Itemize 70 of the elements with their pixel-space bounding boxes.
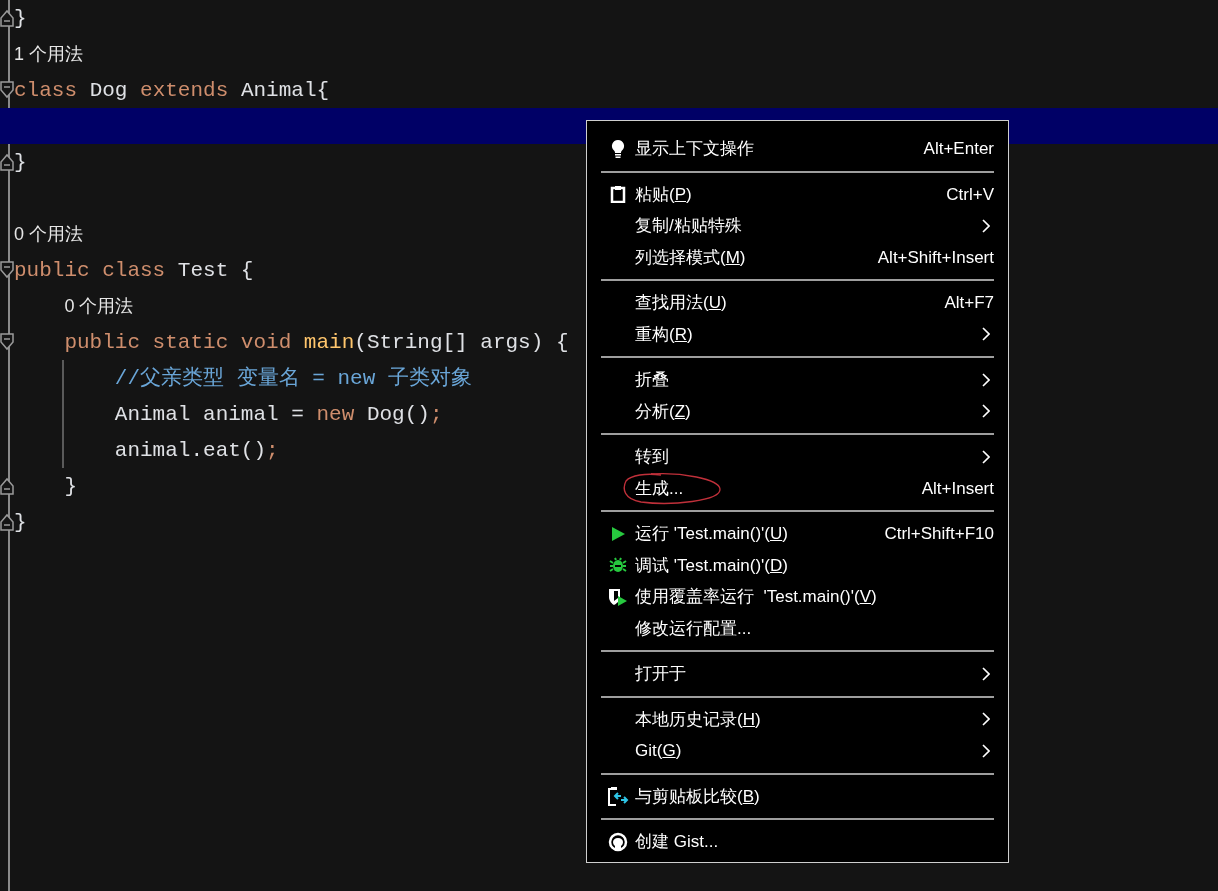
shortcut-label: Alt+Shift+Insert	[877, 246, 994, 269]
menu-item[interactable]: 生成... Alt+Insert	[601, 472, 994, 504]
code-line: }	[14, 151, 27, 173]
menu-item-label: 复制/粘贴特殊	[635, 215, 742, 237]
code-line: }	[63, 475, 77, 497]
code-line: public static void main(String[] args) {	[63, 331, 569, 353]
shortcut-label: Ctrl+Shift+F10	[884, 523, 994, 545]
menu-item-label: 转到	[635, 446, 669, 468]
menu-item[interactable]: 复制/粘贴特殊	[601, 210, 994, 242]
menu-item[interactable]: 本地历史记录(H)	[601, 703, 994, 735]
code-line: //父亲类型 变量名 = new 子类对象	[113, 367, 472, 389]
menu-item[interactable]: 修改运行配置...	[601, 612, 994, 644]
menu-item[interactable]: 查找用法(U) Alt+F7	[601, 287, 994, 319]
menu-item[interactable]: 运行 'Test.main()'(U) Ctrl+Shift+F10	[601, 518, 994, 550]
menu-item[interactable]: 列选择模式(M) Alt+Shift+Insert	[601, 241, 994, 273]
menu-item-label: 查找用法(U)	[635, 292, 727, 314]
menu-item-label: 分析(Z)	[635, 400, 691, 423]
play-icon	[610, 525, 626, 542]
menu-item-label: 使用覆盖率运行 'Test.main()'(V)	[635, 586, 877, 608]
menu-item-label: 修改运行配置...	[635, 617, 752, 640]
menu-item[interactable]: Git(G)	[601, 735, 994, 767]
menu-item[interactable]: 与剪贴板比较(B)	[601, 780, 994, 812]
code-line: public class Test {	[14, 259, 254, 281]
menu-item-label: 粘贴(P)	[635, 183, 692, 206]
menu-item[interactable]: 显示上下文操作 Alt+Enter	[601, 133, 994, 165]
menu-item-label: 生成...	[635, 477, 684, 500]
code-line: animal.eat();	[113, 439, 279, 461]
fold-icon[interactable]	[0, 333, 14, 351]
code-line: class Dog extends Animal{	[14, 79, 330, 101]
fold-icon[interactable]	[0, 477, 14, 495]
menu-item[interactable]: 使用覆盖率运行 'Test.main()'(V)	[601, 581, 994, 613]
menu-item-label: 调试 'Test.main()'(D)	[635, 554, 788, 577]
shortcut-label: Alt+F7	[944, 292, 994, 314]
menu-item[interactable]: 调试 'Test.main()'(D)	[601, 549, 994, 581]
menu-item-label: 与剪贴板比较(B)	[635, 785, 760, 808]
bug-icon	[609, 556, 627, 575]
fold-icon[interactable]	[0, 261, 14, 279]
lightbulb-icon	[610, 138, 626, 159]
menu-item-label: 打开于	[635, 663, 686, 685]
menu-item[interactable]: 转到	[601, 441, 994, 473]
code-line: }	[14, 7, 27, 29]
menu-item[interactable]: 重构(R)	[601, 318, 994, 350]
shield-play-icon	[607, 586, 629, 607]
menu-item-label: Git(G)	[635, 740, 682, 762]
menu-item-label: 创建 Gist...	[635, 831, 719, 853]
clipboard-compare-icon	[607, 786, 629, 807]
usage-hint[interactable]: 1 个用法	[14, 40, 83, 68]
menu-item-label: 显示上下文操作	[635, 138, 754, 160]
clipboard-icon	[610, 185, 626, 204]
menu-item[interactable]: 折叠	[601, 364, 994, 396]
usage-hint[interactable]: 0 个用法	[64, 292, 134, 320]
menu-item[interactable]: 创建 Gist...	[601, 826, 994, 858]
menu-item[interactable]: 粘贴(P) Ctrl+V	[601, 178, 994, 210]
menu-item[interactable]: 打开于	[601, 658, 994, 690]
code-line: Animal animal = new Dog();	[113, 403, 443, 425]
fold-icon[interactable]	[0, 81, 14, 99]
menu-item-label: 折叠	[635, 369, 669, 391]
shortcut-label: Alt+Insert	[921, 477, 994, 500]
menu-item-label: 本地历史记录(H)	[635, 708, 761, 731]
fold-icon[interactable]	[0, 153, 14, 171]
code-line: }	[14, 511, 27, 533]
menu-item-label: 重构(R)	[635, 323, 693, 346]
shortcut-label: Alt+Enter	[923, 138, 994, 160]
menu-item[interactable]: 分析(Z)	[601, 395, 994, 427]
shortcut-label: Ctrl+V	[946, 183, 994, 206]
menu-item-label: 运行 'Test.main()'(U)	[635, 523, 788, 545]
fold-icon[interactable]	[0, 513, 14, 531]
usage-hint[interactable]: 0 个用法	[14, 220, 83, 248]
fold-icon[interactable]	[0, 9, 14, 27]
menu-item-label: 列选择模式(M)	[635, 246, 746, 269]
